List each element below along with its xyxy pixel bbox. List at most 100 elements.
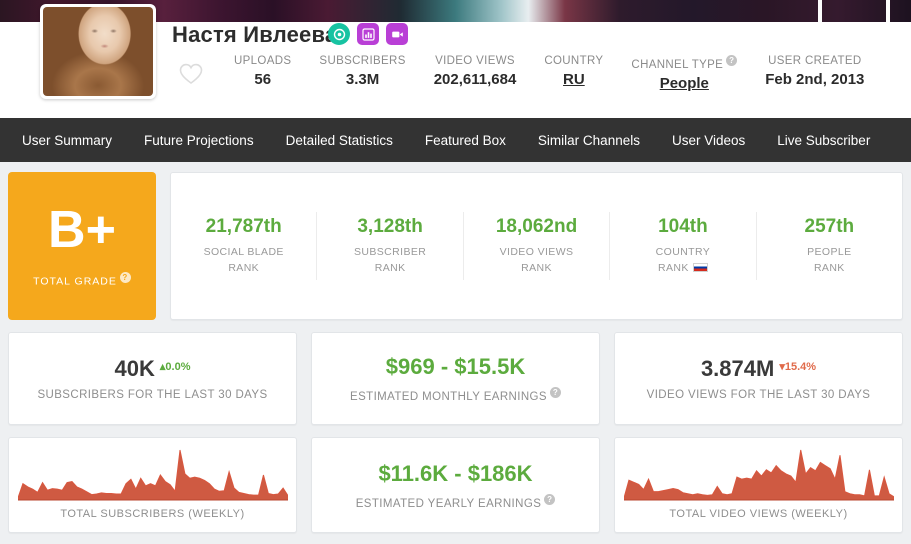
metric-value: $969 - $15.5K — [386, 354, 525, 380]
stat-value: Feb 2nd, 2013 — [765, 71, 864, 88]
stat-channel-type: CHANNEL TYPE? People — [617, 55, 751, 92]
stat-value: 3.3M — [319, 71, 405, 88]
metric-label: ESTIMATED MONTHLY EARNINGS? — [350, 387, 561, 403]
stat-country: COUNTRY RU — [530, 55, 617, 92]
page-title: Настя Ивлеева — [172, 22, 337, 48]
metric-value-row: 3.874M ▾15.4% — [701, 356, 816, 382]
metrics-row-2: TOTAL SUBSCRIBERS (WEEKLY) $11.6K - $186… — [8, 437, 903, 533]
nav-item-user-summary[interactable]: User Summary — [0, 133, 128, 148]
rank-panel: 21,787th SOCIAL BLADE RANK 3,128th SUBSC… — [170, 172, 903, 320]
stat-label: CHANNEL TYPE? — [631, 55, 737, 71]
chart-badge[interactable] — [357, 23, 379, 45]
russia-flag-icon — [693, 263, 708, 272]
help-icon[interactable]: ? — [544, 494, 555, 505]
profile-header: Настя Ивлеева — [0, 0, 911, 114]
rank-label-line2: RANK — [375, 262, 406, 274]
rank-label-line1: PEOPLE — [807, 246, 851, 258]
rank-label: VIDEO VIEWS RANK — [464, 245, 609, 275]
rank-label: SOCIAL BLADE RANK — [171, 245, 316, 275]
metric-label-text: ESTIMATED YEARLY EARNINGS — [356, 497, 542, 509]
rank-people: 257th PEOPLE RANK — [757, 212, 902, 279]
metric-label: VIDEO VIEWS FOR THE LAST 30 DAYS — [647, 389, 871, 401]
card-subscribers-30-days: 40K ▴0.0% SUBSCRIBERS FOR THE LAST 30 DAY… — [8, 332, 297, 425]
video-badge[interactable] — [386, 23, 408, 45]
grade-label: TOTAL GRADE? — [33, 272, 131, 288]
summary-row: B+ TOTAL GRADE? 21,787th SOCIAL BLADE RA… — [8, 172, 903, 320]
total-video-views-weekly-chart — [624, 446, 894, 506]
rank-label-line2: RANK — [658, 262, 689, 274]
stat-value: 202,611,684 — [434, 71, 517, 88]
total-grade-box: B+ TOTAL GRADE? — [8, 172, 156, 320]
metric-label-text: ESTIMATED MONTHLY EARNINGS — [350, 391, 547, 403]
rank-social-blade: 21,787th SOCIAL BLADE RANK — [171, 212, 317, 279]
stat-uploads: UPLOADS 56 — [220, 55, 305, 92]
stat-value: 56 — [234, 71, 291, 88]
rank-value: 104th — [610, 216, 755, 238]
rank-label-line2: RANK — [228, 262, 259, 274]
socialblade-channel-page: Настя Ивлеева — [0, 0, 911, 544]
metric-value: 3.874M — [701, 356, 774, 381]
metric-delta-down: ▾15.4% — [779, 361, 816, 373]
rank-country: 104th COUNTRY RANK — [610, 212, 756, 279]
rank-value: 18,062nd — [464, 216, 609, 238]
avatar[interactable] — [40, 4, 156, 99]
grade-label-text: TOTAL GRADE — [33, 276, 117, 288]
nav-item-future-projections[interactable]: Future Projections — [128, 133, 270, 148]
stat-value-link[interactable]: People — [631, 75, 737, 92]
card-monthly-earnings: $969 - $15.5K ESTIMATED MONTHLY EARNINGS… — [311, 332, 600, 425]
metric-label: SUBSCRIBERS FOR THE LAST 30 DAYS — [37, 389, 267, 401]
badge-list — [328, 23, 408, 45]
stat-value-link[interactable]: RU — [544, 71, 603, 88]
card-yearly-earnings: $11.6K - $186K ESTIMATED YEARLY EARNINGS… — [311, 437, 600, 533]
header-stats: UPLOADS 56 SUBSCRIBERS 3.3M VIDEO VIEWS … — [220, 55, 878, 92]
nav-item-featured-box[interactable]: Featured Box — [409, 133, 522, 148]
stat-subscribers: SUBSCRIBERS 3.3M — [305, 55, 419, 92]
rank-label-line1: SUBSCRIBER — [354, 246, 426, 258]
rank-label-line2: RANK — [814, 262, 845, 274]
card-total-subscribers-weekly: TOTAL SUBSCRIBERS (WEEKLY) — [8, 437, 297, 533]
chart-label: TOTAL SUBSCRIBERS (WEEKLY) — [60, 508, 244, 520]
metric-value: $11.6K - $186K — [378, 461, 532, 487]
rank-label-line1: VIDEO VIEWS — [500, 246, 574, 258]
card-video-views-30-days: 3.874M ▾15.4% VIDEO VIEWS FOR THE LAST 30… — [614, 332, 903, 425]
metric-value-row: 40K ▴0.0% — [115, 356, 191, 382]
rank-video-views: 18,062nd VIDEO VIEWS RANK — [464, 212, 610, 279]
rank-label-line1: COUNTRY — [656, 246, 711, 258]
nav-item-live-subscriber[interactable]: Live Subscriber — [761, 133, 886, 148]
chart-label: TOTAL VIDEO VIEWS (WEEKLY) — [669, 508, 847, 520]
rank-label: SUBSCRIBER RANK — [317, 245, 462, 275]
rank-value: 257th — [757, 216, 902, 238]
stat-video-views: VIDEO VIEWS 202,611,684 — [420, 55, 531, 92]
nav-item-detailed-statistics[interactable]: Detailed Statistics — [270, 133, 409, 148]
metric-delta-up: ▴0.0% — [160, 361, 191, 373]
total-subscribers-weekly-chart — [18, 446, 288, 506]
rank-label-line1: SOCIAL BLADE — [204, 246, 284, 258]
help-icon[interactable]: ? — [120, 272, 131, 283]
grade-letter: B+ — [48, 204, 116, 256]
rank-value: 3,128th — [317, 216, 462, 238]
rank-subscriber: 3,128th SUBSCRIBER RANK — [317, 212, 463, 279]
nav-item-user-videos[interactable]: User Videos — [656, 133, 761, 148]
stat-label: COUNTRY — [544, 55, 603, 67]
help-icon[interactable]: ? — [726, 55, 737, 66]
stat-label: USER CREATED — [765, 55, 864, 67]
help-icon[interactable]: ? — [550, 387, 561, 398]
nav-item-similar-channels[interactable]: Similar Channels — [522, 133, 656, 148]
stat-label: VIDEO VIEWS — [434, 55, 517, 67]
rank-label: PEOPLE RANK — [757, 245, 902, 275]
verified-badge[interactable] — [328, 23, 350, 45]
favorite-heart-icon[interactable] — [178, 62, 204, 86]
card-total-video-views-weekly: TOTAL VIDEO VIEWS (WEEKLY) — [614, 437, 903, 533]
avatar-image — [43, 7, 153, 96]
rank-value: 21,787th — [171, 216, 316, 238]
rank-label: COUNTRY RANK — [610, 245, 755, 275]
main-nav: User Summary Future Projections Detailed… — [0, 118, 911, 162]
metrics-row-1: 40K ▴0.0% SUBSCRIBERS FOR THE LAST 30 DAY… — [8, 332, 903, 425]
stat-user-created: USER CREATED Feb 2nd, 2013 — [751, 55, 878, 92]
stat-label: UPLOADS — [234, 55, 291, 67]
stat-label-text: CHANNEL TYPE — [631, 59, 723, 71]
rank-label-line2: RANK — [521, 262, 552, 274]
stat-label: SUBSCRIBERS — [319, 55, 405, 67]
main-content: B+ TOTAL GRADE? 21,787th SOCIAL BLADE RA… — [0, 162, 911, 544]
metric-value: 40K — [115, 356, 155, 381]
